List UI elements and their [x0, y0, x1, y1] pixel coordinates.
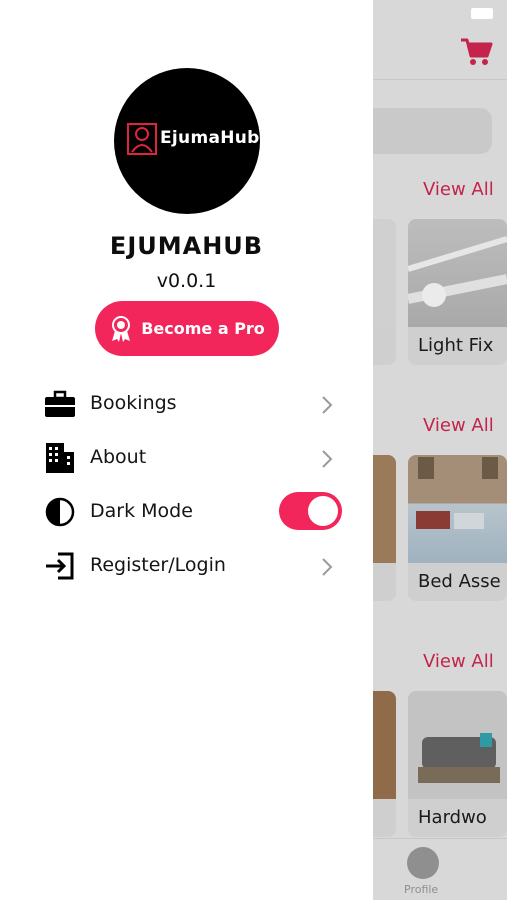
menu-item-about[interactable]: About [0, 434, 373, 482]
become-pro-button[interactable]: Become a Pro [95, 301, 279, 356]
view-all-link[interactable]: View All [423, 651, 494, 672]
menu-item-label: Dark Mode [90, 500, 193, 522]
view-all-link[interactable]: View All [423, 415, 494, 436]
product-card[interactable]: Hardwo [408, 691, 507, 837]
sign-in-icon [46, 552, 74, 580]
product-caption: Bed Asse [418, 571, 501, 592]
menu-item-register-login[interactable]: Register/Login [0, 542, 373, 590]
bottom-tab-bar: Profile [373, 838, 507, 900]
logo-worker-icon [127, 123, 157, 155]
toggle-knob [308, 496, 338, 526]
menu-item-bookings[interactable]: Bookings [0, 380, 373, 428]
award-badge-icon [112, 315, 131, 342]
light-fixture-image [408, 236, 507, 307]
menu-item-label: About [90, 446, 147, 468]
product-caption: Hardwo [418, 807, 487, 828]
logo-text: EjumaHub [160, 128, 260, 148]
contrast-icon [45, 497, 75, 527]
background-header [373, 0, 507, 80]
dark-mode-toggle[interactable] [279, 492, 342, 530]
chevron-right-icon [322, 558, 333, 576]
app-version: v0.0.1 [156, 270, 217, 292]
bed-image [416, 457, 498, 529]
menu-item-label: Register/Login [90, 554, 226, 576]
product-image [408, 691, 507, 799]
become-pro-label: Become a Pro [141, 319, 265, 338]
battery-icon [471, 8, 493, 19]
product-card[interactable]: Light Fix [408, 219, 507, 365]
briefcase-icon [45, 390, 75, 417]
navigation-drawer: EjumaHub EJUMAHUB v0.0.1 Become a Pro Bo… [0, 0, 373, 900]
product-caption: Light Fix [418, 335, 494, 356]
profile-icon[interactable] [407, 847, 439, 879]
app-logo: EjumaHub [114, 68, 260, 214]
sofa-image [418, 733, 500, 783]
profile-tab-label[interactable]: Profile [404, 883, 438, 896]
product-card[interactable]: Bed Asse [408, 455, 507, 601]
cart-icon[interactable] [459, 36, 493, 68]
chevron-right-icon [322, 450, 333, 468]
product-image [408, 455, 507, 563]
view-all-link[interactable]: View All [423, 179, 494, 200]
menu-item-label: Bookings [90, 392, 177, 414]
chevron-right-icon [322, 396, 333, 414]
brand-name: EJUMAHUB [109, 232, 264, 260]
building-icon [46, 443, 74, 473]
product-image [408, 219, 507, 327]
